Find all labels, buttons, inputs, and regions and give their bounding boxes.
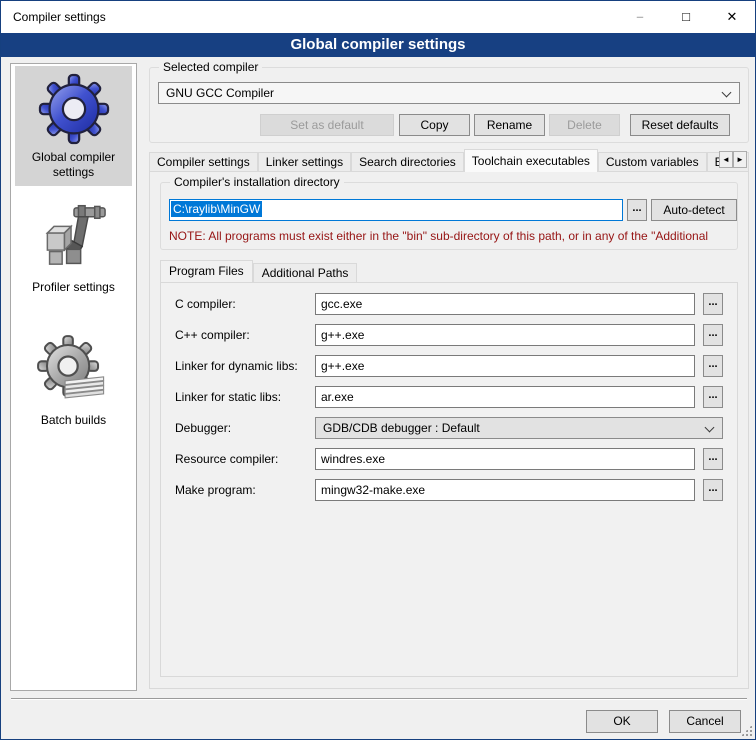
tab-scroll-right-icon[interactable]: ► (733, 151, 747, 168)
static-linker-browse-button[interactable]: ... (703, 386, 723, 408)
tab-linker-settings[interactable]: Linker settings (258, 152, 351, 172)
tab-custom-variables[interactable]: Custom variables (598, 152, 707, 172)
static-linker-label: Linker for static libs: (175, 390, 281, 404)
dynamic-linker-row: Linker for dynamic libs: ... (175, 355, 723, 377)
minimize-icon[interactable]: – (617, 1, 663, 32)
static-linker-input[interactable] (315, 386, 695, 408)
cpp-compiler-browse-button[interactable]: ... (703, 324, 723, 346)
resource-compiler-row: Resource compiler: ... (175, 448, 723, 470)
compiler-select[interactable]: GNU GCC Compiler (158, 82, 740, 104)
install-dir-input[interactable]: C:\raylib\MinGW (169, 199, 623, 221)
make-program-input[interactable] (315, 479, 695, 501)
caliper-icon (17, 201, 130, 277)
dynamic-linker-input[interactable] (315, 355, 695, 377)
dynamic-linker-browse-button[interactable]: ... (703, 355, 723, 377)
tab-scroll-arrows: ◄ ► (719, 151, 754, 168)
dynamic-linker-label: Linker for dynamic libs: (175, 359, 298, 373)
program-files-page: C compiler: ... C++ compiler: ... Linker… (160, 282, 738, 677)
ok-button[interactable]: OK (586, 710, 658, 733)
tab-scroll-left-icon[interactable]: ◄ (719, 151, 733, 168)
install-dir-note: NOTE: All programs must exist either in … (169, 229, 733, 243)
reset-defaults-button[interactable]: Reset defaults (630, 114, 730, 136)
debugger-row: Debugger: GDB/CDB debugger : Default (175, 417, 723, 439)
page-title: Global compiler settings (1, 33, 755, 57)
install-dir-selected-text: C:\raylib\MinGW (171, 201, 262, 217)
resource-compiler-browse-button[interactable]: ... (703, 448, 723, 470)
cpp-compiler-input[interactable] (315, 324, 695, 346)
make-program-browse-button[interactable]: ... (703, 479, 723, 501)
compiler-settings-dialog: { "window": { "title": "Compiler setting… (0, 0, 756, 740)
title-bar[interactable]: Compiler settings – □ ✕ (1, 1, 755, 33)
program-files-tab-strip: Program Files Additional Paths (160, 260, 357, 282)
sidebar-item-batch-builds[interactable]: Batch builds (15, 329, 132, 434)
sidebar-item-profiler-settings[interactable]: Profiler settings (15, 196, 132, 301)
settings-category-sidebar: Global compiler settings Profiler settin… (10, 63, 137, 691)
window-title: Compiler settings (13, 1, 106, 33)
selected-compiler-group: Selected compiler GNU GCC Compiler Set a… (149, 67, 749, 143)
tab-compiler-settings[interactable]: Compiler settings (149, 152, 258, 172)
install-dir-group: Compiler's installation directory C:\ray… (160, 182, 738, 250)
resource-compiler-label: Resource compiler: (175, 452, 278, 466)
debugger-select[interactable]: GDB/CDB debugger : Default (315, 417, 723, 439)
rename-button[interactable]: Rename (474, 114, 545, 136)
delete-button[interactable]: Delete (549, 114, 620, 136)
make-program-label: Make program: (175, 483, 256, 497)
c-compiler-label: C compiler: (175, 297, 236, 311)
install-dir-group-label: Compiler's installation directory (170, 175, 344, 189)
sidebar-item-global-compiler-settings[interactable]: Global compiler settings (15, 66, 132, 186)
blue-gear-icon (17, 71, 130, 147)
cancel-button[interactable]: Cancel (669, 710, 741, 733)
gear-stack-icon (17, 334, 130, 410)
sidebar-item-label: Batch builds (17, 413, 130, 428)
copy-button[interactable]: Copy (399, 114, 470, 136)
sidebar-item-label: Global compiler settings (17, 150, 130, 180)
compiler-select-value: GNU GCC Compiler (166, 86, 274, 100)
tab-toolchain-executables[interactable]: Toolchain executables (464, 149, 598, 172)
window-controls: – □ ✕ (617, 1, 755, 33)
settings-tab-strip: Compiler settings Linker settings Search… (149, 149, 749, 172)
maximize-icon[interactable]: □ (663, 1, 709, 32)
tab-program-files[interactable]: Program Files (160, 260, 253, 282)
static-linker-row: Linker for static libs: ... (175, 386, 723, 408)
chevron-down-icon (705, 423, 715, 433)
toolchain-executables-page: Compiler's installation directory C:\ray… (149, 171, 749, 689)
make-program-row: Make program: ... (175, 479, 723, 501)
c-compiler-input[interactable] (315, 293, 695, 315)
set-as-default-button[interactable]: Set as default (260, 114, 394, 136)
auto-detect-button[interactable]: Auto-detect (651, 199, 737, 221)
cpp-compiler-label: C++ compiler: (175, 328, 250, 342)
footer-divider (11, 698, 747, 700)
c-compiler-browse-button[interactable]: ... (703, 293, 723, 315)
close-icon[interactable]: ✕ (709, 1, 755, 32)
tab-search-directories[interactable]: Search directories (351, 152, 464, 172)
resource-compiler-input[interactable] (315, 448, 695, 470)
resize-grip-icon[interactable] (740, 724, 753, 737)
tab-additional-paths[interactable]: Additional Paths (253, 263, 358, 282)
cpp-compiler-row: C++ compiler: ... (175, 324, 723, 346)
sidebar-item-label: Profiler settings (17, 280, 130, 295)
selected-compiler-group-label: Selected compiler (159, 60, 262, 74)
debugger-select-value: GDB/CDB debugger : Default (323, 421, 480, 435)
install-dir-browse-button[interactable]: ... (627, 199, 647, 221)
c-compiler-row: C compiler: ... (175, 293, 723, 315)
debugger-label: Debugger: (175, 421, 231, 435)
chevron-down-icon (722, 88, 732, 98)
